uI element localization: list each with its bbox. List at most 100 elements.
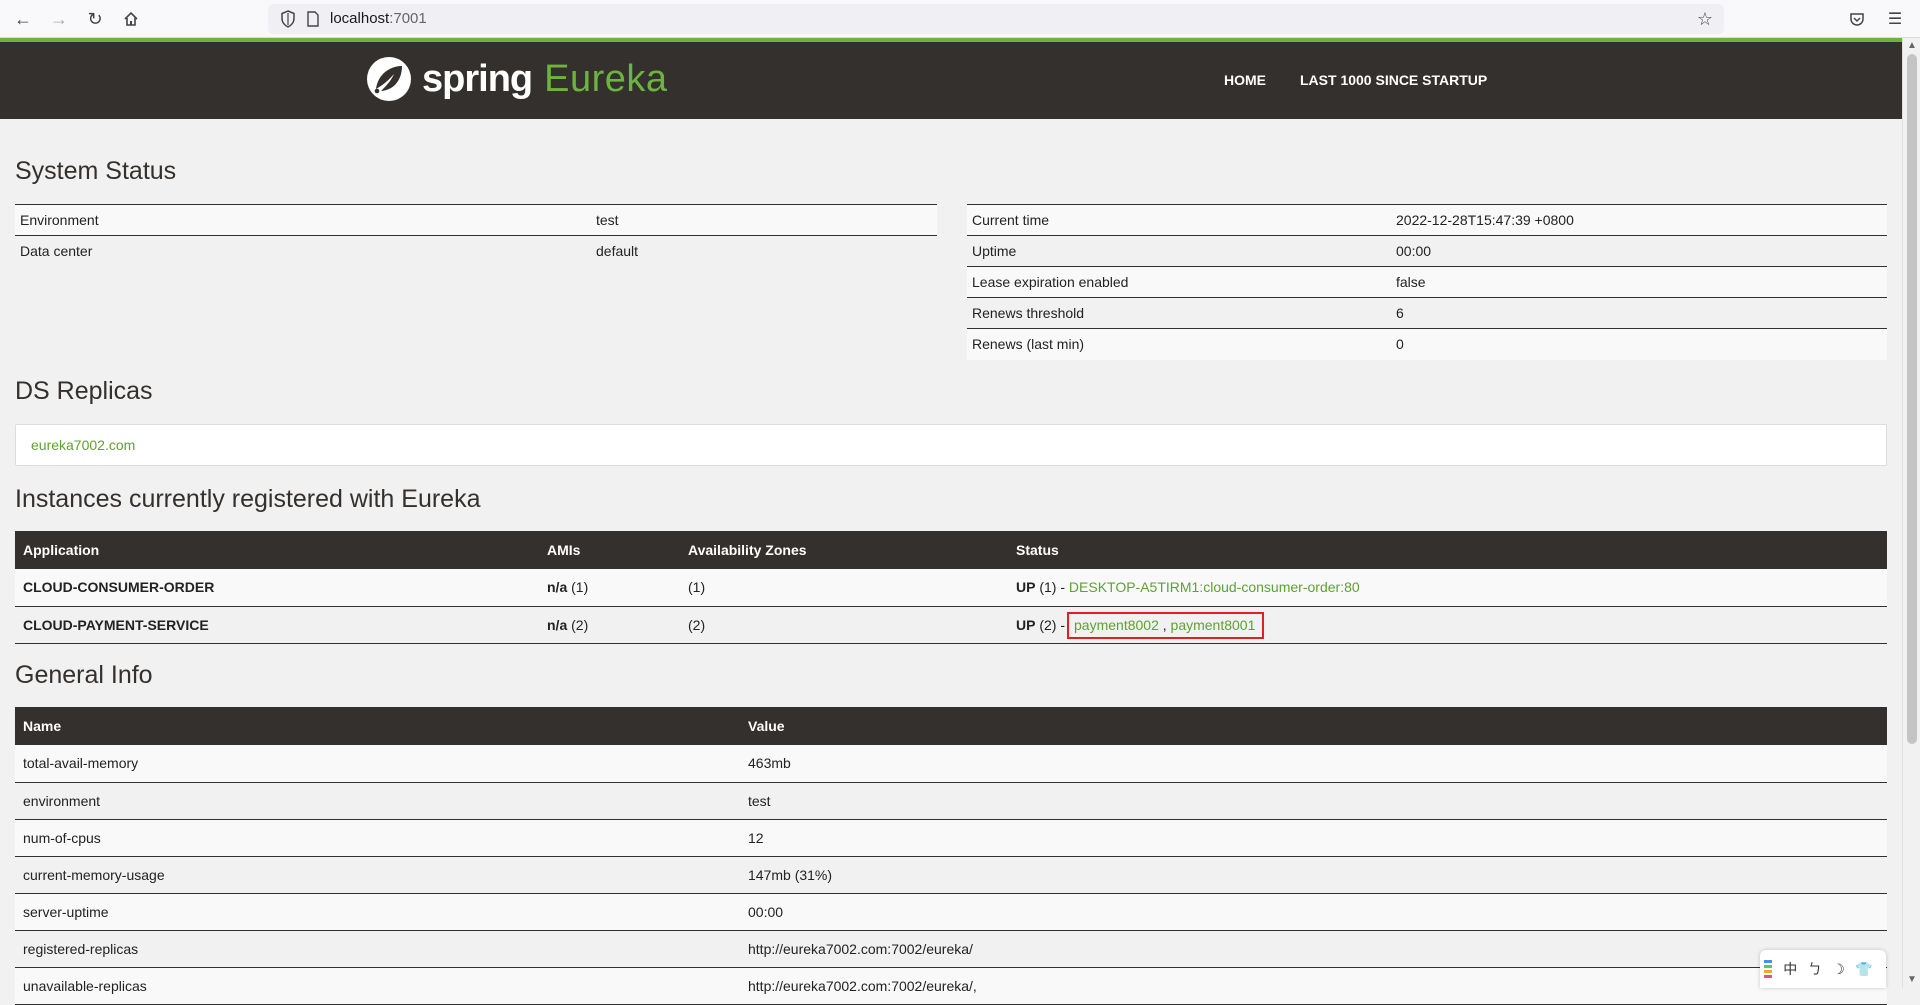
- status-value: false: [1391, 266, 1887, 298]
- scroll-thumb[interactable]: [1907, 54, 1917, 744]
- status-value: 0: [1391, 328, 1887, 360]
- back-icon[interactable]: ←: [10, 6, 36, 32]
- instances-title: Instances currently registered with Eure…: [15, 485, 481, 513]
- column-header: Status: [1008, 531, 1887, 569]
- info-value: 147mb (31%): [740, 856, 1887, 894]
- table-header-row: Name Value: [15, 707, 1887, 745]
- nav-last1000-link[interactable]: LAST 1000 SINCE STARTUP: [1300, 72, 1487, 88]
- info-value: 00:00: [740, 893, 1887, 931]
- status-value: 2022-12-28T15:47:39 +0800: [1391, 204, 1887, 236]
- info-name: current-memory-usage: [15, 856, 740, 894]
- nav-links: HOME LAST 1000 SINCE STARTUP: [1224, 72, 1521, 88]
- status-row: Lease expiration enabled false: [967, 266, 1887, 298]
- status-label: Data center: [15, 235, 591, 267]
- spring-eureka-logo[interactable]: spring Eureka: [366, 54, 668, 104]
- status-cell: UP (1) - DESKTOP-A5TIRM1:cloud-consumer-…: [1008, 569, 1887, 607]
- status-row: Current time 2022-12-28T15:47:39 +0800: [967, 204, 1887, 236]
- system-status-title: System Status: [15, 157, 177, 185]
- table-row: total-avail-memory 463mb: [15, 745, 1887, 783]
- status-row: Environment test: [15, 204, 937, 236]
- scroll-down-icon[interactable]: ▼: [1906, 974, 1918, 986]
- status-row: Data center default: [15, 235, 937, 267]
- ds-replicas-title: DS Replicas: [15, 377, 153, 405]
- status-label: Environment: [15, 204, 591, 236]
- status-label: Current time: [967, 204, 1391, 236]
- zones-cell: (1): [680, 569, 1008, 607]
- table-row: CLOUD-CONSUMER-ORDER n/a (1) (1) UP (1) …: [15, 569, 1887, 607]
- info-value: 463mb: [740, 745, 1887, 783]
- replica-link[interactable]: eureka7002.com: [31, 437, 135, 453]
- scroll-up-icon[interactable]: ▲: [1906, 40, 1918, 52]
- column-header: Availability Zones: [680, 531, 1008, 569]
- info-value: http://eureka7002.com:7002/eureka/: [740, 930, 1887, 968]
- status-label: Uptime: [967, 235, 1391, 267]
- ime-moon-icon[interactable]: ☽: [1832, 961, 1845, 978]
- home-icon[interactable]: [118, 6, 144, 32]
- table-row: CLOUD-PAYMENT-SERVICE n/a (2) (2) UP (2)…: [15, 606, 1887, 644]
- nav-home-link[interactable]: HOME: [1224, 72, 1266, 88]
- column-header: Name: [15, 707, 740, 745]
- status-value: default: [591, 235, 937, 267]
- info-value: 12: [740, 819, 1887, 857]
- status-cell: UP (2) - payment8002 , payment8001: [1008, 606, 1887, 644]
- table-row: registered-replicas http://eureka7002.co…: [15, 930, 1887, 968]
- application-name: CLOUD-PAYMENT-SERVICE: [15, 606, 539, 644]
- reload-icon[interactable]: ↻: [82, 6, 108, 32]
- ime-chinese-toggle[interactable]: 中: [1783, 959, 1797, 979]
- address-bar[interactable]: localhost:7001 ☆: [268, 4, 1724, 34]
- info-name: registered-replicas: [15, 930, 740, 968]
- system-status-left-table: Environment test Data center default: [15, 204, 937, 267]
- general-info-title: General Info: [15, 661, 153, 689]
- instance-link[interactable]: payment8001: [1171, 617, 1256, 633]
- table-row: current-memory-usage 147mb (31%): [15, 856, 1887, 894]
- status-value: 00:00: [1391, 235, 1887, 267]
- page-scrollbar[interactable]: ▲ ▼: [1902, 38, 1920, 988]
- status-label: Lease expiration enabled: [967, 266, 1391, 298]
- eureka-navbar: spring Eureka HOME LAST 1000 SINCE START…: [0, 38, 1902, 119]
- column-header: Value: [740, 707, 1887, 745]
- table-row: environment test: [15, 782, 1887, 820]
- table-row: server-uptime 00:00: [15, 893, 1887, 931]
- url-text: localhost:7001: [330, 10, 427, 27]
- column-header: AMIs: [539, 531, 680, 569]
- ime-punctuation-icon[interactable]: ㄅ: [1808, 959, 1822, 979]
- ami-cell: n/a (1): [539, 569, 680, 607]
- instances-table: Application AMIs Availability Zones Stat…: [15, 531, 1887, 644]
- zones-cell: (2): [680, 606, 1008, 644]
- status-label: Renews (last min): [967, 328, 1391, 360]
- highlight-box: payment8002 , payment8001: [1067, 611, 1265, 639]
- info-name: total-avail-memory: [15, 745, 740, 783]
- ime-toolbar[interactable]: 中 ㄅ ☽ 👕: [1760, 950, 1886, 988]
- status-row: Renews (last min) 0: [967, 328, 1887, 360]
- brand-spring-text: spring: [422, 57, 533, 100]
- info-value: http://eureka7002.com:7002/eureka/,: [740, 967, 1887, 1005]
- system-status-right-table: Current time 2022-12-28T15:47:39 +0800 U…: [967, 204, 1887, 360]
- ime-skin-icon[interactable]: 👕: [1855, 961, 1872, 978]
- info-value: test: [740, 782, 1887, 820]
- ime-color-bars-icon: [1764, 960, 1772, 978]
- shield-icon[interactable]: [278, 9, 298, 29]
- status-value: 6: [1391, 297, 1887, 329]
- ds-replicas-panel: eureka7002.com: [15, 424, 1887, 466]
- brand-eureka-text: Eureka: [544, 57, 668, 100]
- status-label: Renews threshold: [967, 297, 1391, 329]
- info-name: server-uptime: [15, 893, 740, 931]
- browser-toolbar: ← → ↻ localhost:7001 ☆ ☰: [0, 0, 1920, 38]
- info-name: unavailable-replicas: [15, 967, 740, 1005]
- table-row: num-of-cpus 12: [15, 819, 1887, 857]
- pocket-icon[interactable]: [1844, 6, 1870, 32]
- application-name: CLOUD-CONSUMER-ORDER: [15, 569, 539, 607]
- forward-icon[interactable]: →: [46, 6, 72, 32]
- instance-link[interactable]: payment8002: [1074, 617, 1159, 633]
- info-name: num-of-cpus: [15, 819, 740, 857]
- ami-cell: n/a (2): [539, 606, 680, 644]
- status-row: Uptime 00:00: [967, 235, 1887, 267]
- bookmark-star-icon[interactable]: ☆: [1694, 8, 1716, 30]
- instance-link[interactable]: DESKTOP-A5TIRM1:cloud-consumer-order:80: [1069, 579, 1360, 595]
- status-value: test: [591, 204, 937, 236]
- spring-leaf-icon: [367, 57, 411, 101]
- table-header-row: Application AMIs Availability Zones Stat…: [15, 531, 1887, 569]
- status-row: Renews threshold 6: [967, 297, 1887, 329]
- menu-icon[interactable]: ☰: [1882, 6, 1908, 32]
- info-name: environment: [15, 782, 740, 820]
